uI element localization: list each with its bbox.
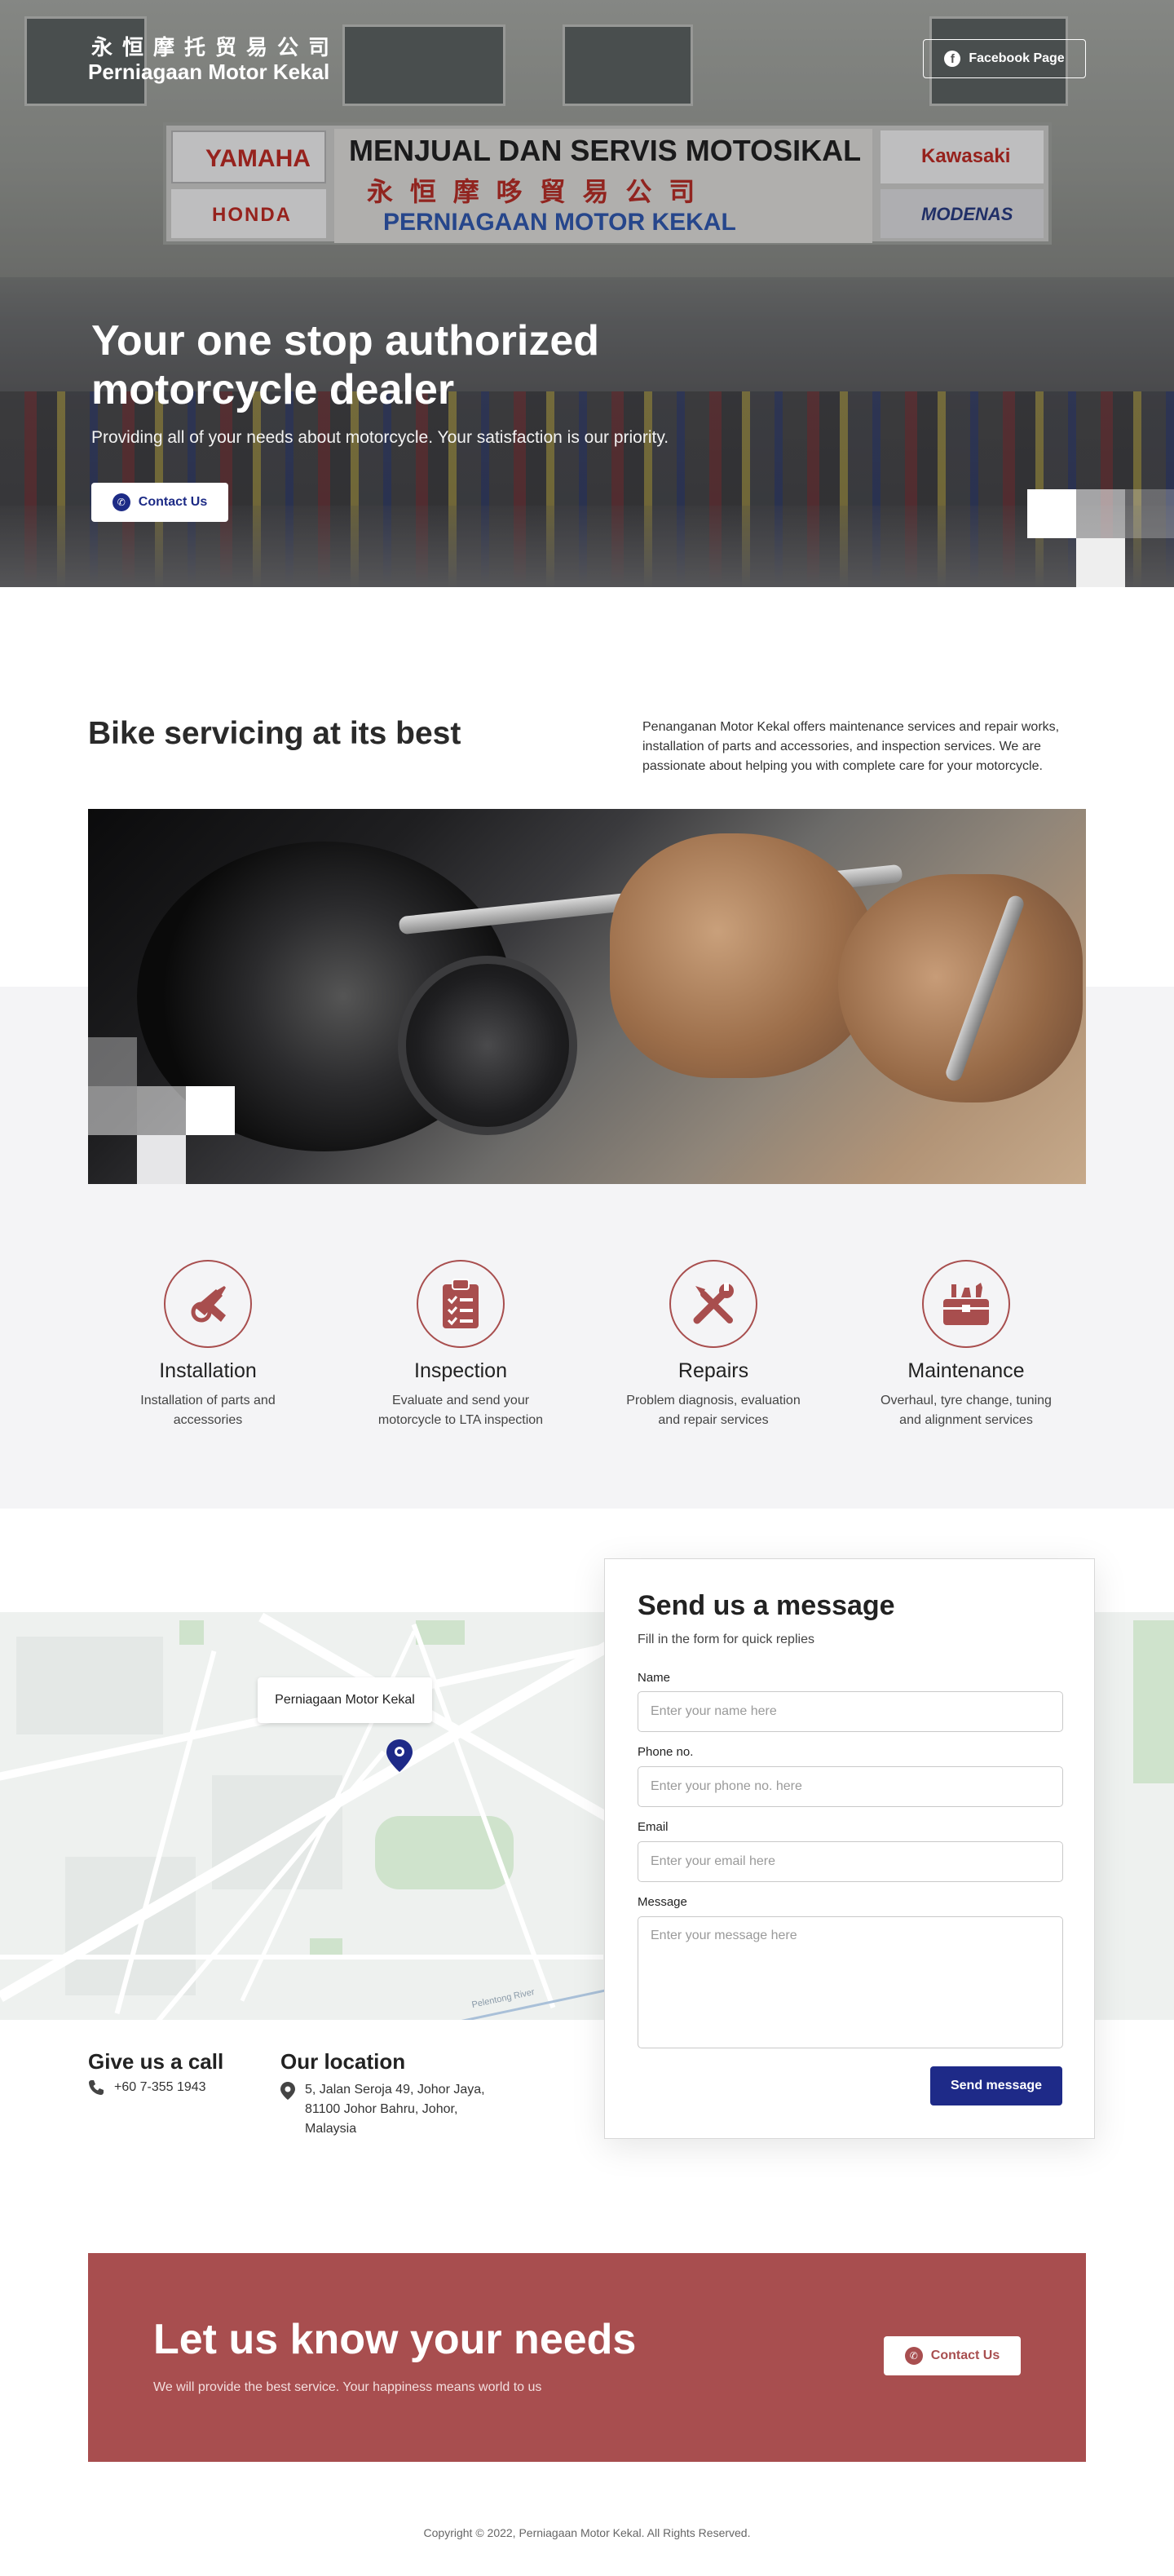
hero-subtitle: Providing all of your needs about motorc… <box>91 428 669 447</box>
phone-input[interactable] <box>638 1766 1063 1807</box>
message-form: Send us a message Fill in the form for q… <box>604 1558 1095 2139</box>
map-block <box>16 1637 163 1734</box>
cta-contact-label: Contact Us <box>930 2348 1000 2362</box>
decorative-square <box>88 1086 137 1135</box>
toolbox-icon <box>922 1260 1010 1348</box>
service-description: Evaluate and send your motorcycle to LTA… <box>377 1394 544 1427</box>
decorative-square <box>1125 489 1174 538</box>
name-input[interactable] <box>638 1691 1063 1732</box>
whatsapp-icon: ✆ <box>904 2347 923 2365</box>
service-title: Maintenance <box>907 1359 1025 1382</box>
decorative-square <box>137 1086 186 1135</box>
copyright-text: Copyright © 2022, Perniagaan Motor Kekal… <box>423 2526 751 2539</box>
form-subtitle: Fill in the form for quick replies <box>638 1633 814 1646</box>
map-road <box>0 1955 603 1960</box>
address-text: 5, Jalan Seroja 49, Johor Jaya, 81100 Jo… <box>305 2083 485 2136</box>
hero-contact-button[interactable]: ✆ Contact Us <box>91 483 228 522</box>
brand-chinese-name: 永恒摩托贸易公司 <box>91 35 340 60</box>
map-pin-icon[interactable] <box>386 1739 413 1772</box>
hero-contact-label: Contact Us <box>138 495 208 509</box>
phone-number[interactable]: +60 7-355 1943 <box>114 2080 206 2095</box>
hero-section: YAMAHA HONDA MENJUAL DAN SERVIS MOTOSIKA… <box>0 0 1174 587</box>
tools-icon <box>669 1260 757 1348</box>
service-description: Overhaul, tyre change, tuning and alignm… <box>880 1394 1052 1427</box>
brand-name[interactable]: Perniagaan Motor Kekal <box>88 60 329 85</box>
location-pin-icon <box>280 2082 295 2100</box>
cta-contact-button[interactable]: ✆ Contact Us <box>884 2336 1021 2375</box>
email-input[interactable] <box>638 1841 1063 1882</box>
engine-cover-shape <box>398 956 577 1135</box>
map-park <box>416 1620 465 1645</box>
phone-icon <box>89 2080 104 2095</box>
send-message-button[interactable]: Send message <box>930 2066 1062 2105</box>
whatsapp-icon: ✆ <box>112 493 130 511</box>
servicing-title: Bike servicing at its best <box>88 716 461 751</box>
decorative-square <box>1076 538 1125 587</box>
hero-title: Your one stop authorized motorcycle deal… <box>91 317 600 413</box>
service-title: Installation <box>159 1359 257 1382</box>
map-place-label: Perniagaan Motor Kekal <box>258 1677 432 1723</box>
mechanic-photo <box>88 809 1086 1184</box>
service-description: Problem diagnosis, evaluation and repair… <box>626 1394 801 1427</box>
service-title: Repairs <box>677 1359 749 1382</box>
phone-label: Phone no. <box>638 1745 694 1759</box>
installation-icon <box>164 1260 252 1348</box>
decorative-square <box>137 1135 186 1184</box>
decorative-square <box>1027 489 1076 538</box>
service-description: Installation of parts and accessories <box>140 1394 276 1427</box>
cta-title: Let us know your needs <box>153 2316 637 2363</box>
form-title: Send us a message <box>638 1590 895 1621</box>
service-inspection: Inspection Evaluate and send your motorc… <box>346 1260 575 1430</box>
facebook-icon: f <box>944 51 961 67</box>
map-park <box>1133 1620 1174 1783</box>
servicing-description: Penanganan Motor Kekal offers maintenanc… <box>642 720 1060 773</box>
phone-row[interactable]: +60 7-355 1943 <box>88 2079 206 2096</box>
name-label: Name <box>638 1671 671 1685</box>
location-title: Our location <box>280 2049 406 2074</box>
decorative-square <box>88 1037 137 1086</box>
message-label: Message <box>638 1895 687 1909</box>
address-row: 5, Jalan Seroja 49, Johor Jaya, 81100 Jo… <box>280 2080 501 2139</box>
service-maintenance: Maintenance Overhaul, tyre change, tunin… <box>852 1260 1080 1430</box>
email-label: Email <box>638 1820 669 1834</box>
map-park <box>179 1620 204 1645</box>
service-repairs: Repairs Problem diagnosis, evaluation an… <box>599 1260 828 1430</box>
cta-subtitle: We will provide the best service. Your h… <box>153 2380 542 2394</box>
clipboard-icon <box>417 1260 505 1348</box>
service-title: Inspection <box>414 1359 507 1382</box>
cta-banner: Let us know your needs We will provide t… <box>88 2253 1086 2462</box>
message-textarea[interactable] <box>638 1916 1063 2048</box>
decorative-square <box>186 1086 235 1135</box>
facebook-page-label: Facebook Page <box>969 51 1065 65</box>
service-installation: Installation Installation of parts and a… <box>94 1260 322 1430</box>
facebook-page-button[interactable]: f Facebook Page <box>923 39 1086 78</box>
map-park <box>375 1816 514 1889</box>
decorative-square <box>1076 489 1125 538</box>
call-title: Give us a call <box>88 2049 224 2074</box>
